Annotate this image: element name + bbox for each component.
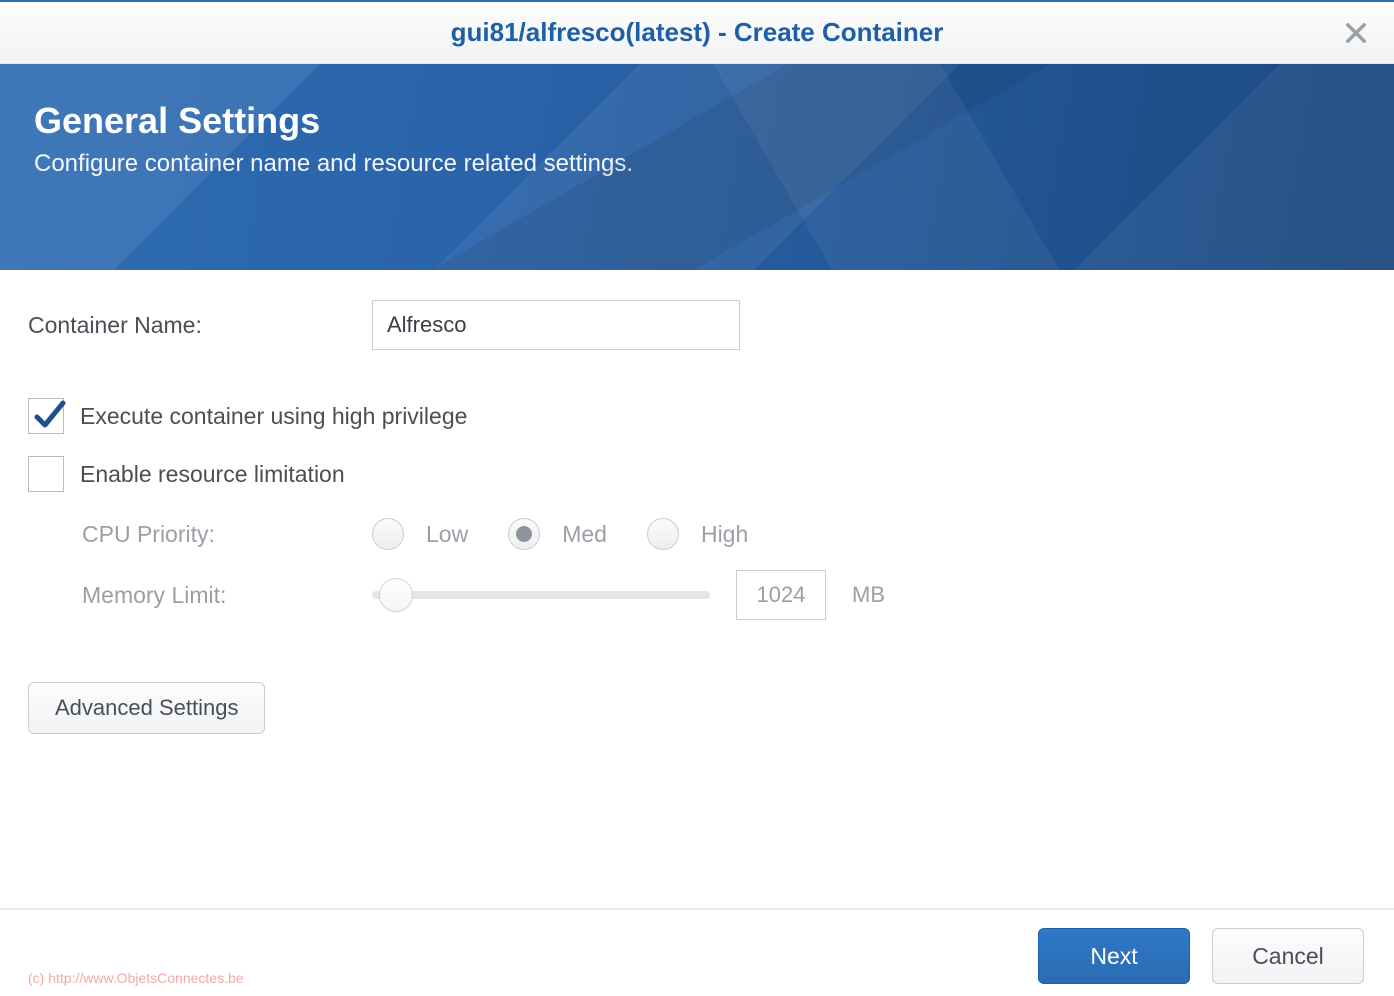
check-icon <box>31 397 67 433</box>
high-privilege-row: Execute container using high privilege <box>28 398 1366 434</box>
memory-unit: MB <box>852 582 885 608</box>
container-name-label: Container Name: <box>28 312 372 339</box>
high-privilege-label: Execute container using high privilege <box>80 403 467 430</box>
titlebar: gui81/alfresco(latest) - Create Containe… <box>0 2 1394 64</box>
cpu-radio-med[interactable] <box>508 518 540 550</box>
cpu-priority-label: CPU Priority: <box>82 521 372 548</box>
watermark: (c) http://www.ObjetsConnectes.be <box>28 970 244 986</box>
page-heading: General Settings <box>34 100 1360 142</box>
container-name-input[interactable] <box>372 300 740 350</box>
cancel-button[interactable]: Cancel <box>1212 928 1364 984</box>
high-privilege-checkbox[interactable] <box>28 398 64 434</box>
advanced-settings-button[interactable]: Advanced Settings <box>28 682 265 734</box>
banner: General Settings Configure container nam… <box>0 64 1394 270</box>
memory-limit-label: Memory Limit: <box>82 582 372 609</box>
memory-value-input[interactable] <box>736 570 826 620</box>
footer: (c) http://www.ObjetsConnectes.be Next C… <box>0 908 1394 996</box>
memory-slider[interactable] <box>372 591 710 599</box>
page-subheading: Configure container name and resource re… <box>34 150 1360 178</box>
container-name-row: Container Name: <box>28 300 1366 350</box>
cpu-radio-med-label: Med <box>562 521 607 548</box>
form-area: Container Name: Execute container using … <box>0 270 1394 908</box>
memory-slider-thumb[interactable] <box>379 578 413 612</box>
next-button[interactable]: Next <box>1038 928 1190 984</box>
close-button[interactable] <box>1342 19 1370 47</box>
memory-limit-row: Memory Limit: MB <box>28 570 1366 620</box>
cpu-radio-high[interactable] <box>647 518 679 550</box>
create-container-dialog: gui81/alfresco(latest) - Create Containe… <box>0 0 1394 996</box>
resource-limit-checkbox[interactable] <box>28 456 64 492</box>
close-icon <box>1342 19 1370 47</box>
resource-limit-row: Enable resource limitation <box>28 456 1366 492</box>
cpu-radio-low[interactable] <box>372 518 404 550</box>
cpu-radio-high-label: High <box>701 521 748 548</box>
cpu-priority-row: CPU Priority: Low Med High <box>28 518 1366 550</box>
memory-slider-wrap: MB <box>372 570 885 620</box>
cpu-radio-low-label: Low <box>426 521 468 548</box>
cpu-priority-group: Low Med High <box>372 518 766 550</box>
window-title: gui81/alfresco(latest) - Create Containe… <box>451 17 944 48</box>
resource-limit-label: Enable resource limitation <box>80 461 345 488</box>
